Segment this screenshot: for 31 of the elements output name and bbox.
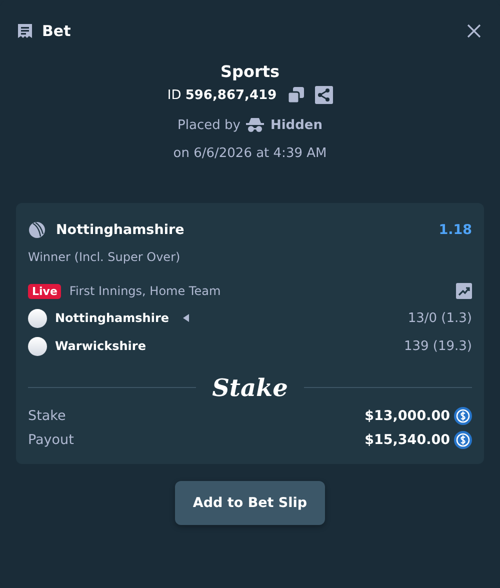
- live-badge: Live: [28, 284, 62, 298]
- share-button[interactable]: [314, 86, 333, 104]
- market-name: Winner (Incl. Super Over): [28, 250, 182, 264]
- amount-value: $13,000.00: [364, 408, 450, 424]
- statistics-button[interactable]: [456, 283, 472, 299]
- incognito-icon: [245, 117, 266, 133]
- dialog-title: Bet: [42, 22, 71, 40]
- amount-value: $15,340.00: [364, 432, 450, 448]
- placed-by-label: Placed by: [178, 118, 240, 132]
- bet-category: Sports: [220, 62, 280, 81]
- copy-button[interactable]: [286, 86, 305, 104]
- team-name: Nottinghamshire: [55, 311, 170, 325]
- bet-id: ID 596,867,419: [167, 88, 277, 102]
- team-logo: [28, 308, 47, 328]
- placed-date: on 6/6/2026 at 4:39 AM: [173, 146, 327, 161]
- coin-icon: [454, 407, 472, 425]
- brand-logo: Stake: [212, 373, 288, 402]
- receipt-icon: [16, 22, 34, 40]
- team-name: Warwickshire: [55, 339, 146, 353]
- amount-label: Payout: [28, 432, 74, 448]
- add-to-bet-slip-button[interactable]: Add to Bet Slip: [174, 481, 326, 525]
- team-logo: [28, 336, 47, 356]
- match-status: First Innings, Home Team: [69, 284, 221, 298]
- cricket-ball-icon: [28, 221, 46, 239]
- amount-label: Stake: [28, 408, 66, 424]
- team-score: 139 (19.3): [404, 338, 472, 354]
- odds-value: 1.18: [438, 222, 472, 238]
- team-score: 13/0 (1.3): [408, 310, 472, 326]
- coin-icon: [454, 431, 472, 449]
- user-name: Hidden: [270, 118, 322, 132]
- selection-team: Nottinghamshire: [56, 222, 184, 238]
